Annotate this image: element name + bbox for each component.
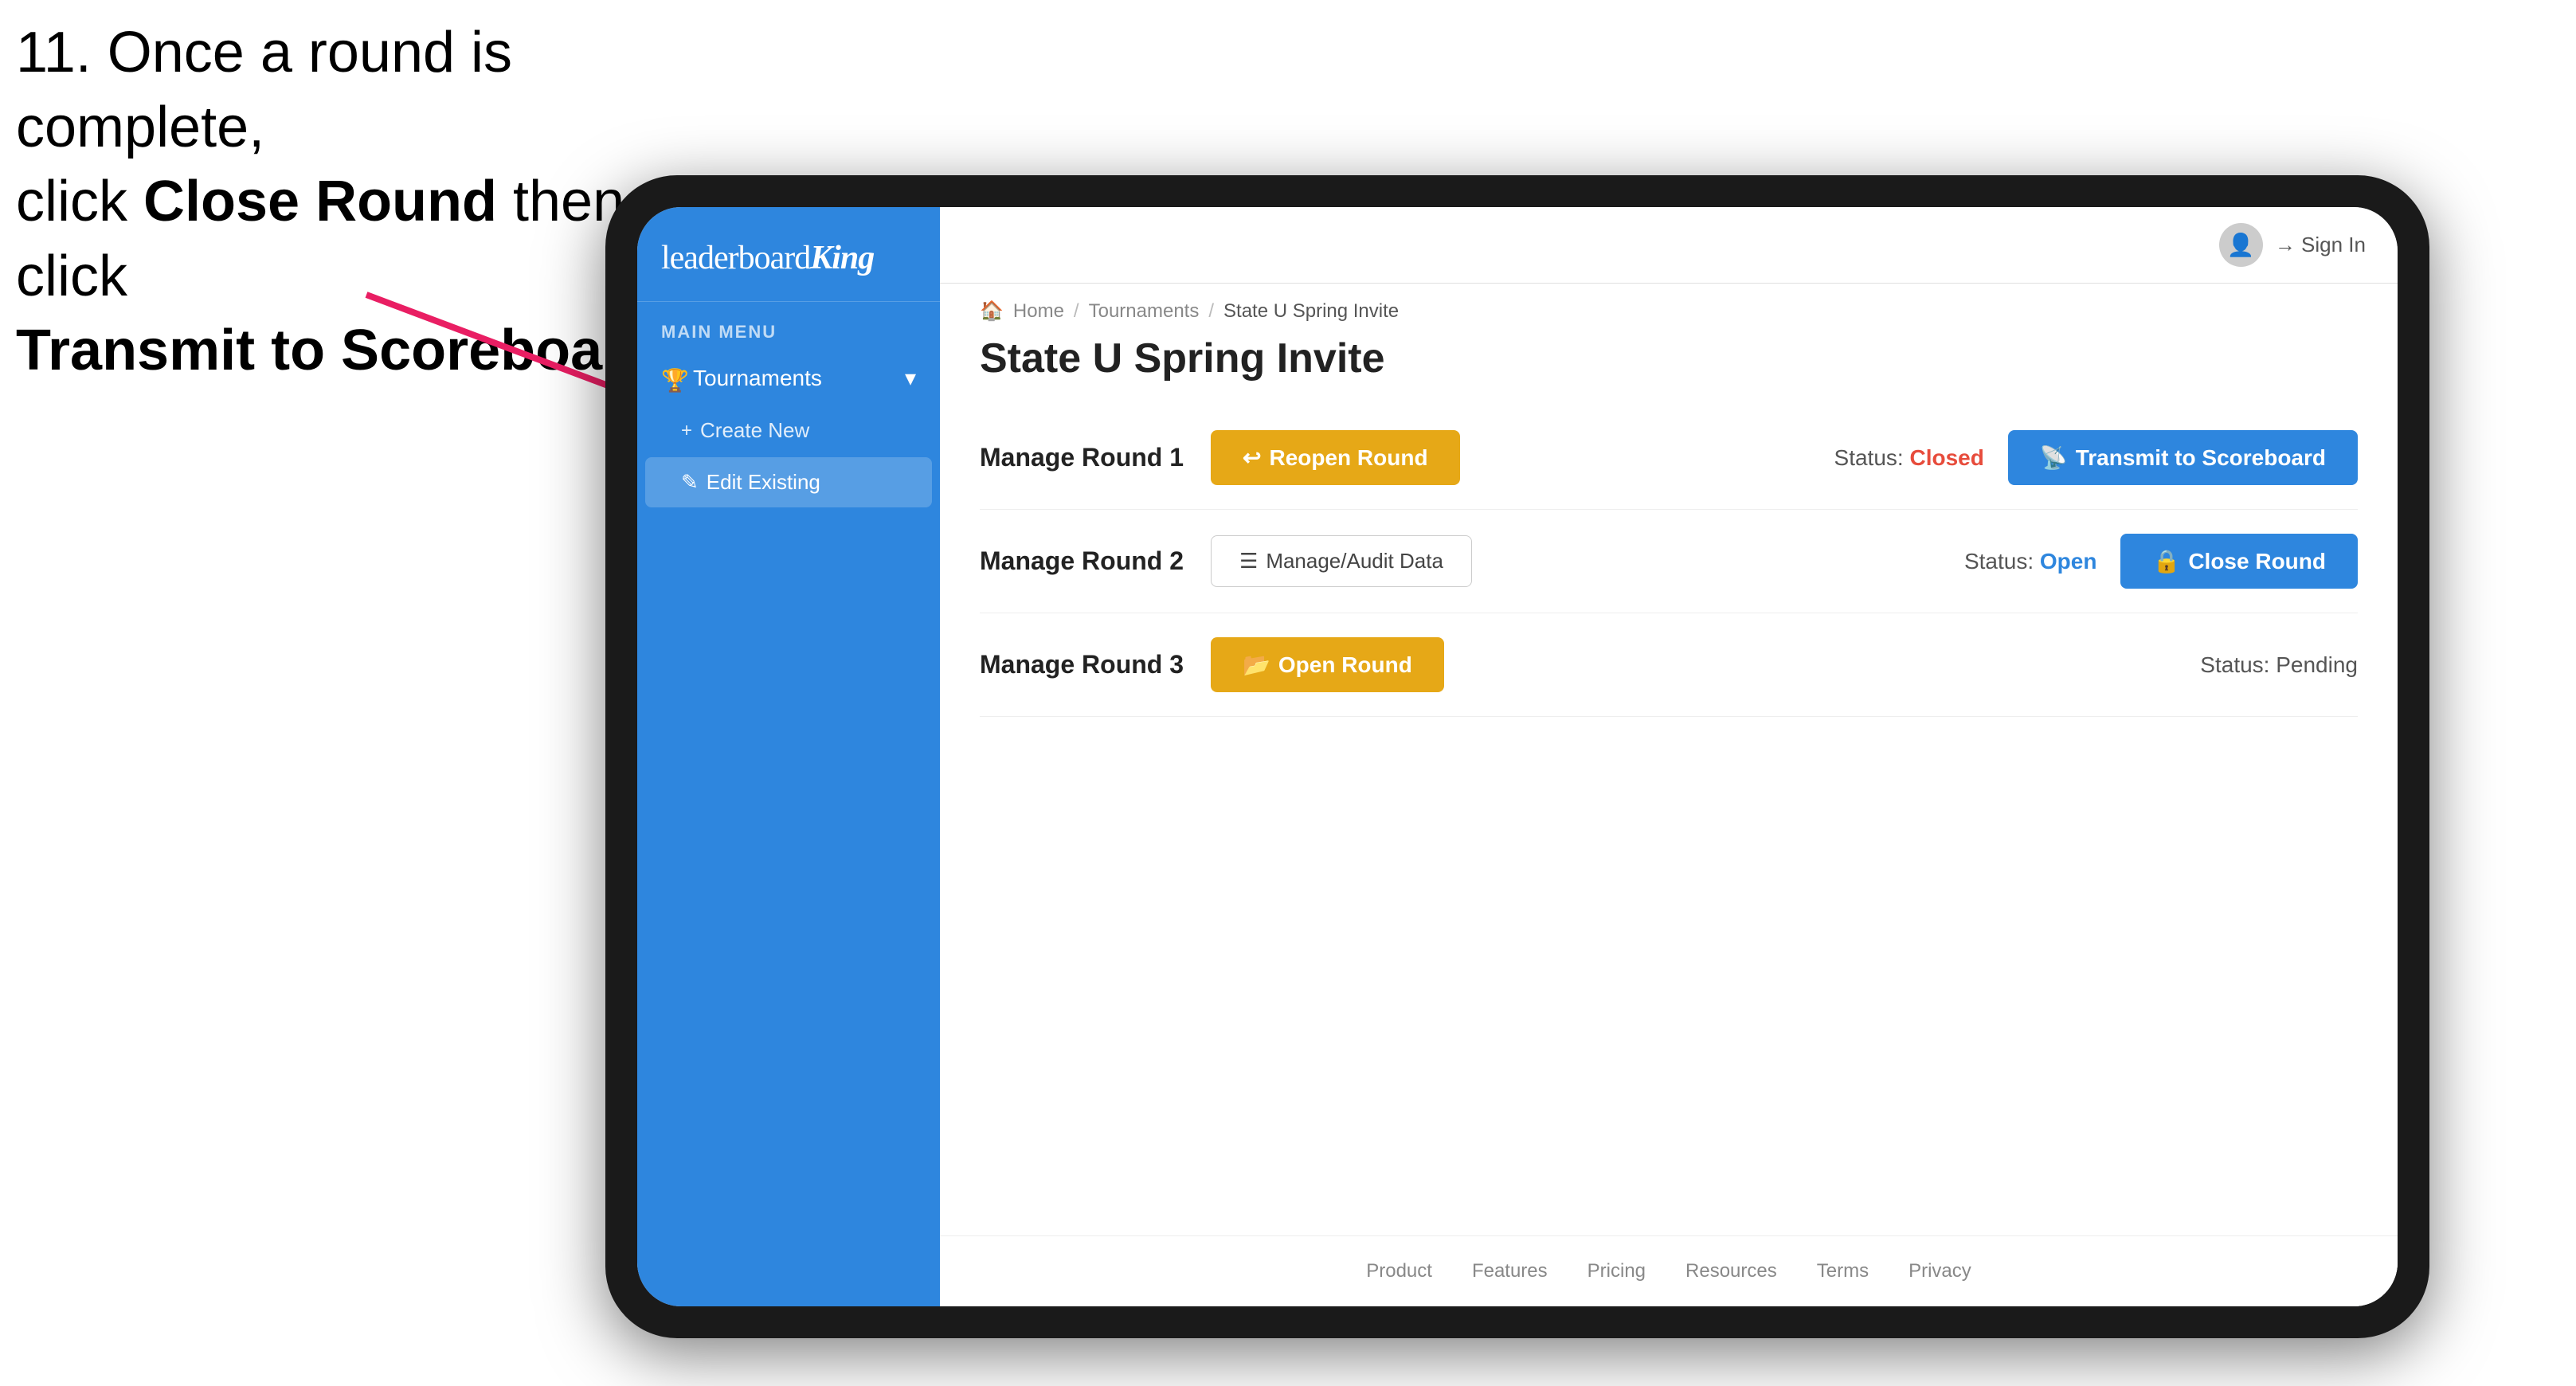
transmit-icon: 📡 [2040, 444, 2068, 471]
edit-existing-label: Edit Existing [707, 470, 820, 495]
create-new-label: Create New [700, 418, 809, 443]
tournaments-nav-label: Tournaments [693, 366, 822, 391]
lock-icon: 🔒 [2152, 548, 2180, 574]
logo-area: leaderboardKing [637, 223, 940, 302]
tablet-device: leaderboardKing MAIN MENU 🏆 Tournaments … [605, 175, 2429, 1338]
close-round-button[interactable]: 🔒 Close Round [2120, 534, 2358, 589]
round-2-status-label: Status: Open [1964, 549, 2097, 574]
close-round-label: Close Round [2188, 549, 2326, 574]
tablet-screen: leaderboardKing MAIN MENU 🏆 Tournaments … [637, 207, 2398, 1306]
round-1-label: Manage Round 1 [980, 443, 1187, 472]
round-2-status-value: Open [2040, 549, 2097, 574]
reopen-icon: ↩ [1243, 444, 1261, 471]
open-icon: 📂 [1243, 652, 1270, 678]
manage-audit-data-button[interactable]: ☰ Manage/Audit Data [1211, 535, 1472, 587]
footer-privacy[interactable]: Privacy [1909, 1260, 1971, 1282]
main-menu-label: MAIN MENU [637, 310, 940, 350]
sign-in-area[interactable]: 👤 → Sign In [2219, 223, 2366, 267]
home-icon: 🏠 [980, 300, 1004, 323]
footer-terms[interactable]: Terms [1817, 1260, 1869, 1282]
open-round-button[interactable]: 📂 Open Round [1211, 637, 1444, 692]
round-row-3: Manage Round 3 📂 Open Round Status: Pend… [980, 613, 2358, 717]
app-logo: leaderboardKing [661, 239, 916, 277]
instruction-line1: 11. Once a round is complete, [16, 16, 733, 165]
sidebar-item-tournaments[interactable]: 🏆 Tournaments ▾ [637, 350, 940, 405]
round-1-status-label: Status: Closed [1834, 445, 1984, 471]
plus-icon: + [681, 420, 692, 442]
round-3-status-label: Status: Pending [2200, 652, 2358, 678]
trophy-icon: 🏆 [661, 367, 683, 390]
top-bar: 👤 → Sign In [940, 207, 2398, 284]
round-2-label: Manage Round 2 [980, 546, 1187, 576]
round-3-status-value: Pending [2276, 652, 2358, 677]
manage-audit-label: Manage/Audit Data [1266, 549, 1443, 574]
sidebar-item-edit-existing[interactable]: ✎ Edit Existing [645, 457, 932, 507]
breadcrumb-home[interactable]: Home [1013, 300, 1064, 323]
footer-pricing[interactable]: Pricing [1587, 1260, 1646, 1282]
edit-icon: ✎ [681, 470, 699, 495]
breadcrumb-current: State U Spring Invite [1223, 300, 1399, 323]
breadcrumb: 🏠 Home / Tournaments / State U Spring In… [940, 284, 2398, 327]
sidebar-item-create-new[interactable]: + Create New [637, 405, 940, 456]
sign-in-label: → Sign In [2275, 233, 2366, 257]
footer-product[interactable]: Product [1366, 1260, 1432, 1282]
main-content: 👤 → Sign In 🏠 Home / Tournaments / State… [940, 207, 2398, 1306]
footer-features[interactable]: Features [1472, 1260, 1548, 1282]
round-1-status-value: Closed [1909, 445, 1983, 470]
footer-resources[interactable]: Resources [1685, 1260, 1777, 1282]
reopen-round-label: Reopen Round [1269, 445, 1427, 471]
manage-icon: ☰ [1239, 549, 1258, 574]
app-layout: leaderboardKing MAIN MENU 🏆 Tournaments … [637, 207, 2398, 1306]
round-3-label: Manage Round 3 [980, 650, 1187, 679]
breadcrumb-tournaments[interactable]: Tournaments [1089, 300, 1200, 323]
round-row-2: Manage Round 2 ☰ Manage/Audit Data Statu… [980, 510, 2358, 613]
transmit-label: Transmit to Scoreboard [2076, 445, 2326, 471]
rounds-container: Manage Round 1 ↩ Reopen Round Status: Cl… [940, 406, 2398, 1235]
chevron-down-icon: ▾ [905, 365, 916, 391]
round-row-1: Manage Round 1 ↩ Reopen Round Status: Cl… [980, 406, 2358, 510]
sidebar: leaderboardKing MAIN MENU 🏆 Tournaments … [637, 207, 940, 1306]
transmit-to-scoreboard-button[interactable]: 📡 Transmit to Scoreboard [2008, 430, 2358, 485]
reopen-round-button[interactable]: ↩ Reopen Round [1211, 430, 1460, 485]
footer: Product Features Pricing Resources Terms… [940, 1235, 2398, 1306]
open-round-label: Open Round [1278, 652, 1412, 678]
page-title: State U Spring Invite [940, 327, 2398, 406]
avatar: 👤 [2219, 223, 2263, 267]
